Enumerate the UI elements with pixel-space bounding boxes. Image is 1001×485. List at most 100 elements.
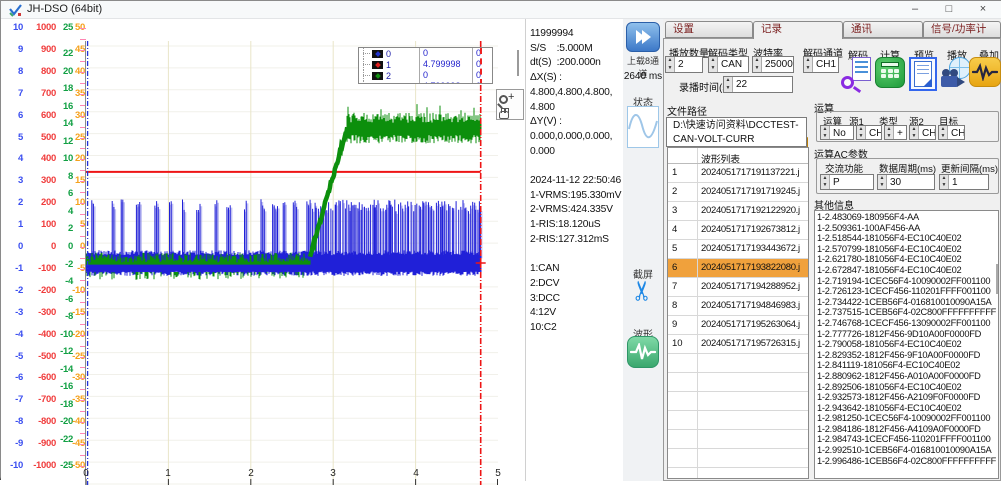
waveform-list-row[interactable]: 62024051717193822080.j xyxy=(668,259,808,278)
op-spinner-2[interactable]: ▲▼+ xyxy=(884,125,907,140)
can-frame-row[interactable]: 1-2.790058-181056F4-EC10C40E02 xyxy=(817,339,998,350)
spinner-arrows[interactable]: ▲▼ xyxy=(821,126,830,139)
waveform-list-row[interactable]: 82024051717194846983.j xyxy=(668,297,808,316)
close-button[interactable]: × xyxy=(966,1,1000,18)
can-frame-row[interactable]: 1-2.892506-181056F4-EC10C40E02 xyxy=(817,382,998,393)
can-frame-row[interactable]: 1-2.992510-1CEB56F4-016810010090A15A xyxy=(817,445,998,456)
can-frame-row[interactable]: 1-2.746768-1CECF456-13090002FF001100 xyxy=(817,318,998,329)
ac-spinner-2[interactable]: ▲▼1 xyxy=(939,174,989,190)
x-axis-label: 1 xyxy=(160,468,176,479)
spinner-arrows[interactable]: ▲▼ xyxy=(910,126,919,139)
tab-记录[interactable]: 记录 xyxy=(753,21,843,39)
can-frame-row[interactable]: 1-2.509361-100AF456-AA xyxy=(817,223,998,234)
overlay-button[interactable] xyxy=(969,57,1001,87)
maximize-button[interactable]: □ xyxy=(932,1,966,18)
can-frame-row[interactable]: 1-2.719194-1CEC56F4-10090002FF001100 xyxy=(817,276,998,287)
legend-row[interactable]: 14.7999980 xyxy=(359,59,492,70)
tab-信号/功率计[interactable]: 信号/功率计 xyxy=(923,21,1001,38)
waveform-canvas[interactable] xyxy=(86,41,498,485)
waveform-list-row[interactable]: 22024051717191719245.j xyxy=(668,183,808,202)
axis-ch1-blue-label: 5 xyxy=(0,133,23,143)
legend-row[interactable]: 000 xyxy=(359,48,492,59)
can-frame-list[interactable]: 1-2.483069-180956F4-AA1-2.509361-100AF45… xyxy=(814,210,999,479)
decode-button[interactable] xyxy=(841,57,871,91)
can-frame-row[interactable]: 1-2.737515-1CEB56F4-02C800FFFFFFFFFF xyxy=(817,307,998,318)
legend-row[interactable]: 34.7999980 xyxy=(359,81,492,84)
zoom-in-icon[interactable] xyxy=(499,95,508,104)
frame-list-scrollbar[interactable] xyxy=(996,264,998,294)
can-frame-row[interactable]: 1-2.734422-1CEB56F4-016810010090A15A xyxy=(817,297,998,308)
play-count-spinner[interactable]: ▲▼2 xyxy=(665,56,703,73)
spinner-arrows[interactable]: ▲▼ xyxy=(753,57,762,72)
waveform-list-table[interactable]: 波形列表12024051717191137221.j22024051717191… xyxy=(667,147,809,479)
decode-channel-spinner[interactable]: ▲▼CH1 xyxy=(803,56,839,73)
channel-legend[interactable]: 00014.799998020034.7999980 xyxy=(358,47,493,84)
spinner-arrows[interactable]: ▲▼ xyxy=(709,57,718,72)
waveform-list-row[interactable]: 12024051717191137221.j xyxy=(668,164,808,183)
waveform-list-empty-row[interactable] xyxy=(668,411,808,430)
file-path-input[interactable]: D:\快速访问资料\DCCTEST-CAN-VOLT-CURR xyxy=(666,117,807,147)
waveform-list-empty-row[interactable] xyxy=(668,449,808,468)
can-frame-row[interactable]: 1-2.984186-1812F456-A4109A0F0000FD xyxy=(817,424,998,435)
legend-scrollbar[interactable] xyxy=(517,50,519,76)
upload-play-button[interactable] xyxy=(626,22,660,52)
spinner-arrows[interactable]: ▲▼ xyxy=(885,126,894,139)
can-frame-row[interactable]: 1-2.841119-181056F4-EC10C40E02 xyxy=(817,360,998,371)
can-frame-row[interactable]: 1-2.880962-1812F456-A010A00F0000FD xyxy=(817,371,998,382)
plot-tool-palette[interactable]: + xyxy=(496,89,524,120)
waveform-list-row[interactable]: 102024051717195726315.j xyxy=(668,335,808,354)
play-button[interactable] xyxy=(941,57,971,89)
screenshot-scissors-button[interactable]: ✂ xyxy=(628,271,659,311)
can-frame-row[interactable]: 1-2.570799-181056F4-EC10C40E02 xyxy=(817,244,998,255)
can-frame-row[interactable]: 1-2.984743-1CECF456-110201FFFF001100 xyxy=(817,434,998,445)
can-frame-row[interactable]: 1-2.996486-1CEB56F4-02C800FFFFFFFFFF xyxy=(817,456,998,467)
can-frame-row[interactable]: 1-2.621780-181056F4-EC10C40E02 xyxy=(817,254,998,265)
waveform-list-empty-row[interactable] xyxy=(668,373,808,392)
op-spinner-3[interactable]: ▲▼CH2 xyxy=(909,125,936,140)
spinner-arrows[interactable]: ▲▼ xyxy=(666,57,675,72)
waveform-list-empty-row[interactable] xyxy=(668,430,808,449)
op-spinner-4[interactable]: ▲▼CH2 xyxy=(938,125,965,140)
waveform-export-button[interactable] xyxy=(627,336,659,368)
spinner-arrows[interactable]: ▲▼ xyxy=(821,175,830,189)
waveform-list-empty-row[interactable] xyxy=(668,354,808,373)
can-frame-row[interactable]: 1-2.932573-1812F456-A2109F0F0000FD xyxy=(817,392,998,403)
record-time-spinner[interactable]: ▲▼22 xyxy=(723,76,793,93)
compute-button[interactable] xyxy=(875,57,905,88)
minimize-button[interactable]: – xyxy=(898,1,932,18)
tab-设置[interactable]: 设置 xyxy=(665,21,753,38)
op-spinner-0[interactable]: ▲▼No xyxy=(820,125,854,140)
waveform-list-row[interactable]: 92024051717195263064.j xyxy=(668,316,808,335)
spinner-arrows[interactable]: ▲▼ xyxy=(804,57,813,72)
waveform-list-empty-row[interactable] xyxy=(668,468,808,479)
baud-rate-spinner[interactable]: ▲▼250000 xyxy=(752,56,794,73)
tab-通讯[interactable]: 通讯 xyxy=(843,21,923,38)
legend-row[interactable]: 200 xyxy=(359,70,492,81)
can-frame-row[interactable]: 1-2.672847-181056F4-EC10C40E02 xyxy=(817,265,998,276)
decode-type-spinner[interactable]: ▲▼CAN xyxy=(708,56,749,73)
waveform-list-row[interactable]: 42024051717192673812.j xyxy=(668,221,808,240)
spinner-arrows[interactable]: ▲▼ xyxy=(724,77,733,92)
spinner-arrows[interactable]: ▲▼ xyxy=(940,175,949,189)
spinner-arrows[interactable]: ▲▼ xyxy=(939,126,948,139)
can-frame-row[interactable]: 1-2.943642-181056F4-EC10C40E02 xyxy=(817,403,998,414)
can-frame-row[interactable]: 1-2.981250-1CEC56F4-10090002FF001100 xyxy=(817,413,998,424)
can-frame-row[interactable]: 1-2.518544-181056F4-EC10C40E02 xyxy=(817,233,998,244)
ac-spinner-0[interactable]: ▲▼P xyxy=(820,174,874,190)
can-frame-row[interactable]: 1-2.829352-1812F456-9F10A00F0000FD xyxy=(817,350,998,361)
axis-ch1-blue-label: 2 xyxy=(0,198,23,208)
spinner-arrows[interactable]: ▲▼ xyxy=(878,175,887,189)
preview-button-selected[interactable] xyxy=(909,57,937,91)
ac-spinner-1[interactable]: ▲▼30 xyxy=(877,174,935,190)
can-frame-row[interactable]: 1-2.483069-180956F4-AA xyxy=(817,212,998,223)
waveform-list-row[interactable]: 52024051717193443672.j xyxy=(668,240,808,259)
spinner-arrows[interactable]: ▲▼ xyxy=(857,126,866,139)
waveform-list-row[interactable]: 32024051717192122920.j xyxy=(668,202,808,221)
can-frame-row[interactable]: 1-2.726123-1CECF456-110201FFFF001100 xyxy=(817,286,998,297)
pan-hand-icon[interactable] xyxy=(499,111,509,119)
scope-plot-area[interactable]: 109876543210-1-2-3-4-5-6-7-8-9-101000900… xyxy=(1,19,525,481)
can-frame-row[interactable]: 1-2.777726-1812F456-9D10A00F0000FD xyxy=(817,329,998,340)
op-spinner-1[interactable]: ▲▼CH1 xyxy=(856,125,882,140)
waveform-list-row[interactable]: 72024051717194288952.j xyxy=(668,278,808,297)
waveform-list-empty-row[interactable] xyxy=(668,392,808,411)
